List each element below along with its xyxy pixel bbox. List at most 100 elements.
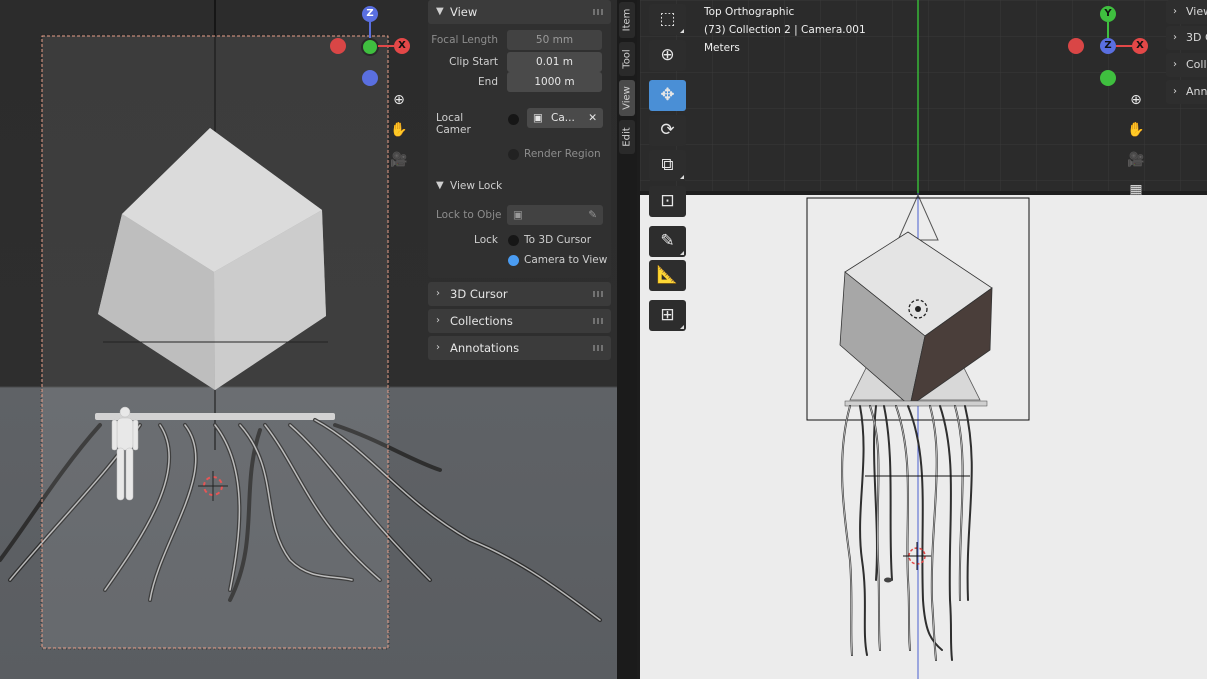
top-ortho-scene xyxy=(640,0,1207,679)
to-3d-cursor-checkbox[interactable] xyxy=(508,235,519,246)
gizmo-x-line xyxy=(1116,45,1132,47)
panel-annotations[interactable]: › Annotations xyxy=(428,336,611,360)
gizmo-neg-x-axis[interactable] xyxy=(1068,38,1084,54)
rotate-tool[interactable]: ⟳ xyxy=(649,115,686,146)
gizmo-y-axis[interactable]: Y xyxy=(1100,6,1116,22)
chevron-right-icon: › xyxy=(436,342,440,353)
chevron-down-icon: ▼ xyxy=(436,6,444,17)
focal-length-field[interactable]: 50 mm xyxy=(507,30,602,50)
measure-ruler-icon: 📐 xyxy=(656,265,679,285)
panel-3d-cursor-cut[interactable]: › 3D C xyxy=(1166,26,1207,50)
chevron-right-icon: › xyxy=(436,315,440,326)
rotate-icon: ⟳ xyxy=(660,120,675,140)
cursor-tool[interactable]: ⊕ xyxy=(649,40,686,71)
gizmo-x-axis[interactable]: X xyxy=(394,38,410,54)
chevron-right-icon: › xyxy=(1173,32,1177,43)
collection-info-label: (73) Collection 2 | Camera.001 xyxy=(704,24,866,36)
panel-collections-cut[interactable]: › Coll xyxy=(1166,53,1207,77)
lock-to-object-label: Lock to Obje xyxy=(436,209,502,221)
transform-tool[interactable]: ⊡ xyxy=(649,186,686,217)
panel-view-cut-label: View xyxy=(1186,5,1207,18)
focal-length-label: Focal Length xyxy=(431,34,498,46)
chevron-right-icon: › xyxy=(1173,86,1177,97)
tab-view[interactable]: View xyxy=(619,80,635,116)
pan-hand-icon[interactable]: ✋ xyxy=(388,119,410,141)
transform-icon: ⊡ xyxy=(660,191,675,211)
local-camera-value: Ca... xyxy=(551,112,575,124)
camera-to-view-checkbox[interactable] xyxy=(508,255,519,266)
gizmo-neg-z-axis[interactable] xyxy=(362,70,378,86)
lock-to-object-field[interactable]: ▣ ✎ xyxy=(507,205,603,225)
panel-annotations-cut[interactable]: › Ann xyxy=(1166,80,1207,104)
clip-end-field[interactable]: 1000 m xyxy=(507,72,602,92)
view-lock-title[interactable]: View Lock xyxy=(450,180,502,192)
clear-x-icon[interactable]: ✕ xyxy=(588,108,597,128)
object-icon: ▣ xyxy=(513,209,523,221)
chevron-right-icon: › xyxy=(1173,6,1177,17)
tab-tool[interactable]: Tool xyxy=(619,42,635,76)
tool-shelf: ⬚ ⊕ ✥ ⟳ ⧉ ⊡ ✎ 📐 ⊞ xyxy=(649,4,687,336)
view-name-label: Top Orthographic xyxy=(704,6,795,18)
sidebar-view-panel: ▼ View Focal Length 50 mm Clip Start 0.0… xyxy=(428,0,611,362)
chevron-right-icon: › xyxy=(1173,59,1177,70)
gizmo-z-axis[interactable]: Z xyxy=(1100,38,1116,54)
drag-grip-icon[interactable] xyxy=(593,345,605,351)
panel-view-cut[interactable]: › View xyxy=(1166,0,1207,24)
units-label: Meters xyxy=(704,42,740,54)
drag-grip-icon[interactable] xyxy=(593,9,605,15)
gizmo-x-line xyxy=(378,45,394,47)
panel-collections-label: Collections xyxy=(450,314,513,328)
panel-3d-cursor[interactable]: › 3D Cursor xyxy=(428,282,611,306)
camera-to-view-label: Camera to View xyxy=(524,254,608,266)
gizmo-neg-x-axis[interactable] xyxy=(330,38,346,54)
tab-item-label: Item xyxy=(621,8,633,32)
pan-hand-icon[interactable]: ✋ xyxy=(1125,119,1147,141)
clip-end-label: End xyxy=(478,76,498,88)
add-cube-tool[interactable]: ⊞ xyxy=(649,300,686,331)
clip-start-field[interactable]: 0.01 m xyxy=(507,52,602,72)
to-3d-cursor-label: To 3D Cursor xyxy=(524,234,592,246)
panel-3d-cursor-label: 3D Cursor xyxy=(450,287,508,301)
panel-collections-cut-label: Coll xyxy=(1186,58,1207,71)
clip-start-label: Clip Start xyxy=(449,56,498,68)
camera-view-icon[interactable]: 🎥 xyxy=(388,149,410,171)
zoom-icon[interactable]: ⊕ xyxy=(388,89,410,111)
local-camera-checkbox[interactable] xyxy=(508,114,519,125)
gizmo-y-axis[interactable] xyxy=(361,38,379,56)
tab-tool-label: Tool xyxy=(621,49,633,69)
tab-edit-label: Edit xyxy=(621,127,633,147)
move-tool[interactable]: ✥ xyxy=(649,80,686,111)
ortho-grid-icon[interactable]: ▦ xyxy=(1125,179,1147,201)
gizmo-neg-y-axis[interactable] xyxy=(1100,70,1116,86)
panel-annotations-label: Annotations xyxy=(450,341,520,355)
drag-grip-icon[interactable] xyxy=(593,291,605,297)
right-3d-viewport[interactable]: Top Orthographic (73) Collection 2 | Cam… xyxy=(640,0,1207,679)
gizmo-y-line xyxy=(1107,22,1109,38)
tab-item[interactable]: Item xyxy=(619,2,635,38)
panel-annotations-cut-label: Ann xyxy=(1186,85,1207,98)
annotate-tool[interactable]: ✎ xyxy=(649,226,686,257)
gizmo-x-axis[interactable]: X xyxy=(1132,38,1148,54)
scale-icon: ⧉ xyxy=(661,155,674,175)
drag-grip-icon[interactable] xyxy=(593,318,605,324)
tab-edit[interactable]: Edit xyxy=(619,120,635,154)
gizmo-z-axis[interactable]: Z xyxy=(362,6,378,22)
zoom-icon[interactable]: ⊕ xyxy=(1125,89,1147,111)
cursor-target-icon: ⊕ xyxy=(660,45,675,65)
view-panel-header[interactable]: ▼ View xyxy=(428,0,611,24)
select-box-tool[interactable]: ⬚ xyxy=(649,4,686,35)
panel-3d-cursor-cut-label: 3D C xyxy=(1186,31,1207,44)
panel-collections[interactable]: › Collections xyxy=(428,309,611,333)
local-camera-field[interactable]: ▣ Ca... ✕ xyxy=(527,108,603,128)
scale-tool[interactable]: ⧉ xyxy=(649,150,686,181)
lock-label: Lock xyxy=(474,234,498,246)
move-arrows-icon: ✥ xyxy=(660,85,675,105)
camera-view-icon[interactable]: 🎥 xyxy=(1125,149,1147,171)
render-region-label: Render Region xyxy=(524,148,601,160)
render-region-checkbox[interactable] xyxy=(508,149,519,160)
eyedropper-icon[interactable]: ✎ xyxy=(588,205,597,225)
measure-tool[interactable]: 📐 xyxy=(649,260,686,291)
view-panel-title: View xyxy=(450,5,478,19)
sidebar-tab-strip: Item Tool View Edit xyxy=(617,0,637,679)
chevron-down-icon[interactable]: ▼ xyxy=(436,180,444,191)
